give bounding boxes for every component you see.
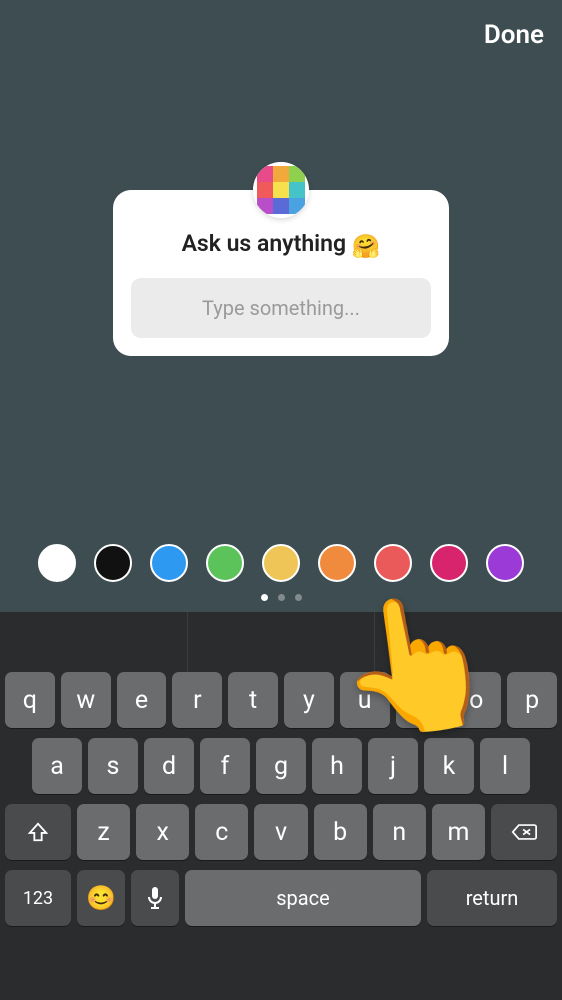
key-e[interactable]: e bbox=[117, 672, 167, 728]
keyboard-row-1: qwertyuiop bbox=[0, 672, 562, 728]
key-d[interactable]: d bbox=[144, 738, 194, 794]
shift-key[interactable] bbox=[5, 804, 71, 860]
answer-input[interactable]: Type something... bbox=[131, 278, 431, 338]
key-y[interactable]: y bbox=[284, 672, 334, 728]
key-a[interactable]: a bbox=[32, 738, 82, 794]
question-prompt[interactable]: Ask us anything 🤗 bbox=[131, 230, 431, 260]
key-o[interactable]: o bbox=[451, 672, 501, 728]
done-button[interactable]: Done bbox=[484, 20, 544, 50]
prompt-text: Ask us anything bbox=[182, 230, 352, 257]
pager-dot[interactable] bbox=[295, 594, 302, 601]
key-l[interactable]: l bbox=[480, 738, 530, 794]
suggestion-slot[interactable] bbox=[188, 612, 376, 672]
color-palette bbox=[0, 544, 562, 582]
key-j[interactable]: j bbox=[368, 738, 418, 794]
color-swatch[interactable] bbox=[486, 544, 524, 582]
question-card: Ask us anything 🤗 Type something... bbox=[113, 190, 449, 356]
return-key[interactable]: return bbox=[427, 870, 557, 926]
key-z[interactable]: z bbox=[77, 804, 130, 860]
key-b[interactable]: b bbox=[314, 804, 367, 860]
suggestion-slot[interactable] bbox=[375, 612, 562, 672]
key-t[interactable]: t bbox=[228, 672, 278, 728]
answer-placeholder: Type something... bbox=[202, 296, 360, 320]
key-h[interactable]: h bbox=[312, 738, 362, 794]
key-i[interactable]: i bbox=[396, 672, 446, 728]
key-u[interactable]: u bbox=[340, 672, 390, 728]
keyboard-suggestion-bar bbox=[0, 612, 562, 672]
key-p[interactable]: p bbox=[507, 672, 557, 728]
dictation-key[interactable] bbox=[131, 870, 179, 926]
keyboard-row-4: 123😊 spacereturn bbox=[0, 870, 562, 926]
key-w[interactable]: w bbox=[61, 672, 111, 728]
numbers-key[interactable]: 123 bbox=[5, 870, 71, 926]
key-x[interactable]: x bbox=[136, 804, 189, 860]
color-swatch[interactable] bbox=[374, 544, 412, 582]
backspace-key[interactable] bbox=[491, 804, 557, 860]
key-v[interactable]: v bbox=[254, 804, 307, 860]
palette-pager bbox=[0, 594, 562, 601]
keyboard-row-3: zxcvbnm bbox=[0, 804, 562, 860]
color-swatch[interactable] bbox=[206, 544, 244, 582]
key-f[interactable]: f bbox=[200, 738, 250, 794]
key-r[interactable]: r bbox=[172, 672, 222, 728]
key-q[interactable]: q bbox=[5, 672, 55, 728]
space-key[interactable]: space bbox=[185, 870, 421, 926]
ios-keyboard: qwertyuiop asdfghjkl zxcvbnm 123😊spacere… bbox=[0, 612, 562, 1000]
color-swatch[interactable] bbox=[318, 544, 356, 582]
pager-dot[interactable] bbox=[278, 594, 285, 601]
hugging-face-emoji: 🤗 bbox=[352, 233, 381, 260]
color-swatch[interactable] bbox=[38, 544, 76, 582]
color-swatch[interactable] bbox=[150, 544, 188, 582]
emoji-key[interactable]: 😊 bbox=[77, 870, 125, 926]
key-s[interactable]: s bbox=[88, 738, 138, 794]
pager-dot[interactable] bbox=[261, 594, 268, 601]
keyboard-row-2: asdfghjkl bbox=[0, 738, 562, 794]
key-g[interactable]: g bbox=[256, 738, 306, 794]
color-swatch[interactable] bbox=[94, 544, 132, 582]
key-c[interactable]: c bbox=[195, 804, 248, 860]
question-sticker[interactable]: Ask us anything 🤗 Type something... bbox=[113, 190, 449, 356]
key-n[interactable]: n bbox=[373, 804, 426, 860]
key-m[interactable]: m bbox=[432, 804, 485, 860]
color-swatch[interactable] bbox=[430, 544, 468, 582]
color-swatch[interactable] bbox=[262, 544, 300, 582]
story-editor-header: Done bbox=[0, 0, 562, 70]
avatar bbox=[253, 162, 309, 218]
suggestion-slot[interactable] bbox=[0, 612, 188, 672]
key-k[interactable]: k bbox=[424, 738, 474, 794]
